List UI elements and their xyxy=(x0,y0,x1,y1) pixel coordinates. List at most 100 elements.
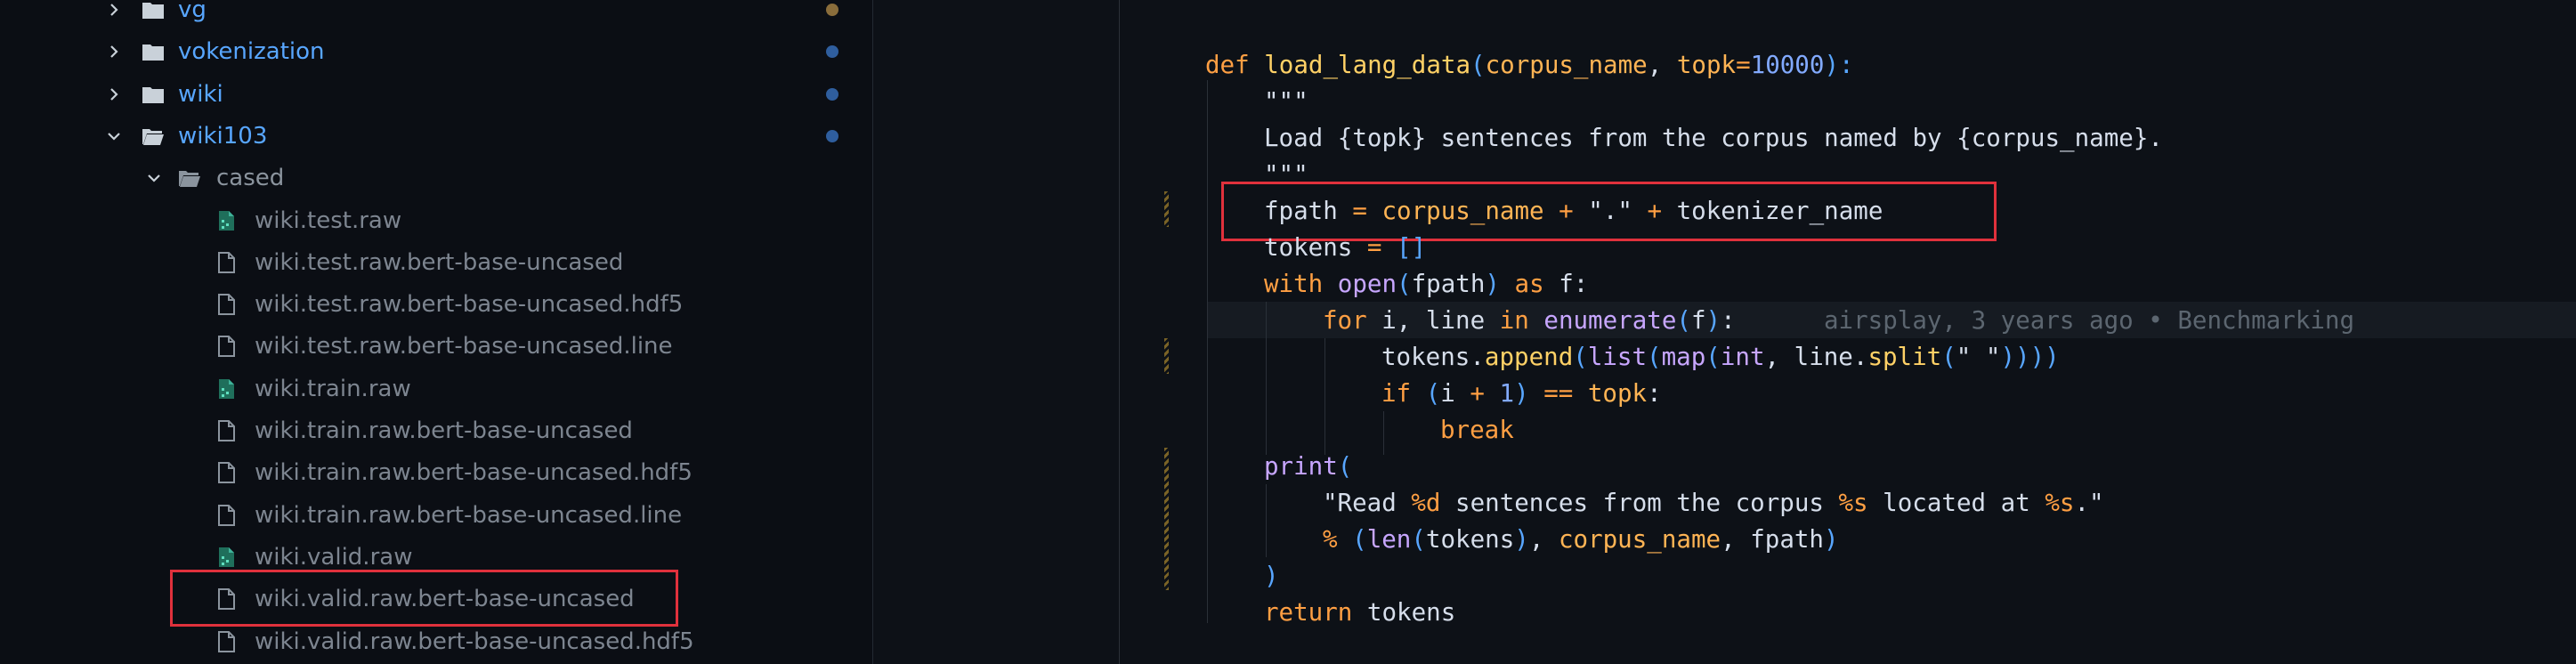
number: 1 xyxy=(1499,379,1515,408)
tree-file-row[interactable]: wiki.train.raw.bert-base-uncased.line xyxy=(0,495,872,537)
git-status-dot xyxy=(826,4,838,16)
tree-item-label: wiki.test.raw.bert-base-uncased.hdf5 xyxy=(255,291,684,319)
tree-file-row[interactable]: wiki.test.raw.bert-base-uncased.line xyxy=(0,326,872,368)
chevron-down-icon[interactable] xyxy=(145,169,163,187)
code-line-14[interactable]: % (len(tokens), corpus_name, fpath) xyxy=(1323,522,1839,558)
code-line-10[interactable]: if (i + 1) == topk: xyxy=(1381,376,1662,412)
variable: fpath xyxy=(1750,525,1824,554)
tree-item-label: wiki.test.raw.bert-base-uncased.line xyxy=(255,333,673,360)
chevron-right-icon[interactable] xyxy=(105,85,123,103)
tree-folder-row[interactable]: wiki xyxy=(0,74,872,116)
code-line-6[interactable]: tokens = [] xyxy=(1264,230,1426,266)
keyword: with xyxy=(1264,270,1324,298)
indent-guide xyxy=(1266,484,1267,557)
tree-file-row[interactable]: wiki.train.raw xyxy=(0,368,872,410)
tree-item-label: wiki xyxy=(178,80,223,108)
tree-folder-row[interactable]: wiki103 xyxy=(0,116,872,158)
tree-file-row[interactable]: wiki.train.raw.bert-base-uncased xyxy=(0,410,872,452)
variable: corpus_name xyxy=(1558,525,1721,554)
git-blame-annotation[interactable]: airsplay, 3 years ago • Benchmarking xyxy=(1824,306,2354,335)
operator: == xyxy=(1543,379,1574,408)
file-icon xyxy=(216,335,239,358)
file-icon xyxy=(216,419,239,442)
builtin: list xyxy=(1587,343,1648,371)
raw-file-icon xyxy=(216,209,239,232)
tree-file-row[interactable]: wiki.train.raw.bert-base-uncased.hdf5 xyxy=(0,452,872,494)
tree-file-row[interactable]: wiki.valid.raw.bert-base-uncased.hdf5 xyxy=(0,621,872,663)
chevron-right-icon[interactable] xyxy=(105,1,123,19)
string: "Read xyxy=(1323,489,1412,517)
number: 10000 xyxy=(1750,51,1825,79)
folder-open-icon xyxy=(176,166,200,190)
variable: tokens xyxy=(1425,525,1515,554)
tree-item-label: wiki.train.raw xyxy=(255,375,411,402)
code-line-13[interactable]: "Read %d sentences from the corpus %s lo… xyxy=(1323,485,2104,522)
variable: i, line xyxy=(1381,306,1486,335)
brackets: [] xyxy=(1397,233,1427,262)
code-line-7[interactable]: with open(fpath) as f: xyxy=(1264,266,1588,303)
variable: tokens xyxy=(1366,598,1456,627)
variable: topk xyxy=(1587,379,1648,408)
git-status-dot xyxy=(826,45,838,59)
tree-folder-row[interactable]: cased xyxy=(0,158,872,199)
code-line-3[interactable]: Load {topk} sentences from the corpus na… xyxy=(1264,120,2163,157)
tree-item-label: wiki.valid.raw.bert-base-uncased.hdf5 xyxy=(255,628,694,655)
keyword: def xyxy=(1205,51,1250,79)
code-line-8[interactable]: for i, line in enumerate(f): airsplay, 3… xyxy=(1323,303,2354,339)
indent-guide xyxy=(1266,302,1267,455)
tree-item-label: wiki.test.raw xyxy=(255,206,402,234)
tree-item-label: wiki103 xyxy=(178,122,268,150)
file-icon xyxy=(216,293,239,316)
code-line-9[interactable]: tokens.append(list(map(int, line.split("… xyxy=(1381,339,2060,376)
code-line-2[interactable]: """ xyxy=(1264,84,1308,120)
variable: tokens xyxy=(1381,343,1470,371)
git-status-dot xyxy=(826,129,838,142)
code-line-11[interactable]: break xyxy=(1440,412,1514,449)
chevron-right-icon[interactable] xyxy=(105,43,123,61)
code-line-12[interactable]: print( xyxy=(1264,449,1352,485)
variable: f: xyxy=(1559,270,1589,298)
tree-file-row[interactable]: wiki.test.raw.bert-base-uncased xyxy=(0,242,872,284)
builtin: open xyxy=(1337,270,1397,298)
keyword: return xyxy=(1264,598,1353,627)
indent-guide xyxy=(1207,80,1208,623)
tree-item-label: vg xyxy=(178,0,207,23)
git-modified-marker xyxy=(1164,191,1169,227)
docstring: Load {topk} sentences from the corpus na… xyxy=(1264,124,2163,152)
file-icon xyxy=(216,504,239,527)
string: located at xyxy=(1867,489,2045,517)
function-name: load_lang_data xyxy=(1264,51,1471,79)
format-spec: %s xyxy=(2045,489,2075,517)
file-explorer-sidebar: vg vokenization wiki wiki103 cased wiki.test.… xyxy=(0,0,873,664)
tree-item-label: wiki.train.raw.bert-base-uncased.line xyxy=(255,501,683,529)
tree-folder-row[interactable]: vokenization xyxy=(0,31,872,73)
operator: = xyxy=(1736,51,1751,79)
builtin: enumerate xyxy=(1543,306,1677,335)
builtin: int xyxy=(1720,343,1765,371)
raw-file-icon xyxy=(216,377,239,401)
format-spec: %s xyxy=(1838,489,1868,517)
tree-item-label: wiki.train.raw.bert-base-uncased xyxy=(255,417,633,444)
chevron-down-icon[interactable] xyxy=(105,127,123,145)
operator: + xyxy=(1470,379,1485,408)
string: " " xyxy=(1956,343,2001,371)
tree-folder-row[interactable]: vg xyxy=(0,0,872,31)
operator: = xyxy=(1352,233,1397,262)
folder-open-icon xyxy=(140,125,164,148)
code-line-1[interactable]: def load_lang_data(corpus_name, topk=100… xyxy=(1205,47,1854,84)
file-icon xyxy=(216,251,239,274)
tree-file-row[interactable]: wiki.test.raw.bert-base-uncased.hdf5 xyxy=(0,284,872,326)
method: append xyxy=(1484,343,1574,371)
folder-icon xyxy=(140,83,164,106)
variable: fpath xyxy=(1411,270,1486,298)
code-line-16[interactable]: return tokens xyxy=(1264,595,1455,631)
file-icon xyxy=(216,461,239,484)
folder-icon xyxy=(140,40,164,63)
tree-item-label: vokenization xyxy=(178,38,325,66)
folder-icon xyxy=(140,0,164,21)
code-line-15[interactable]: ) xyxy=(1264,558,1279,595)
indent-guide xyxy=(1383,411,1384,455)
tree-file-row[interactable]: wiki.test.raw xyxy=(0,200,872,242)
param: corpus_name xyxy=(1485,51,1648,79)
builtin: len xyxy=(1366,525,1412,554)
